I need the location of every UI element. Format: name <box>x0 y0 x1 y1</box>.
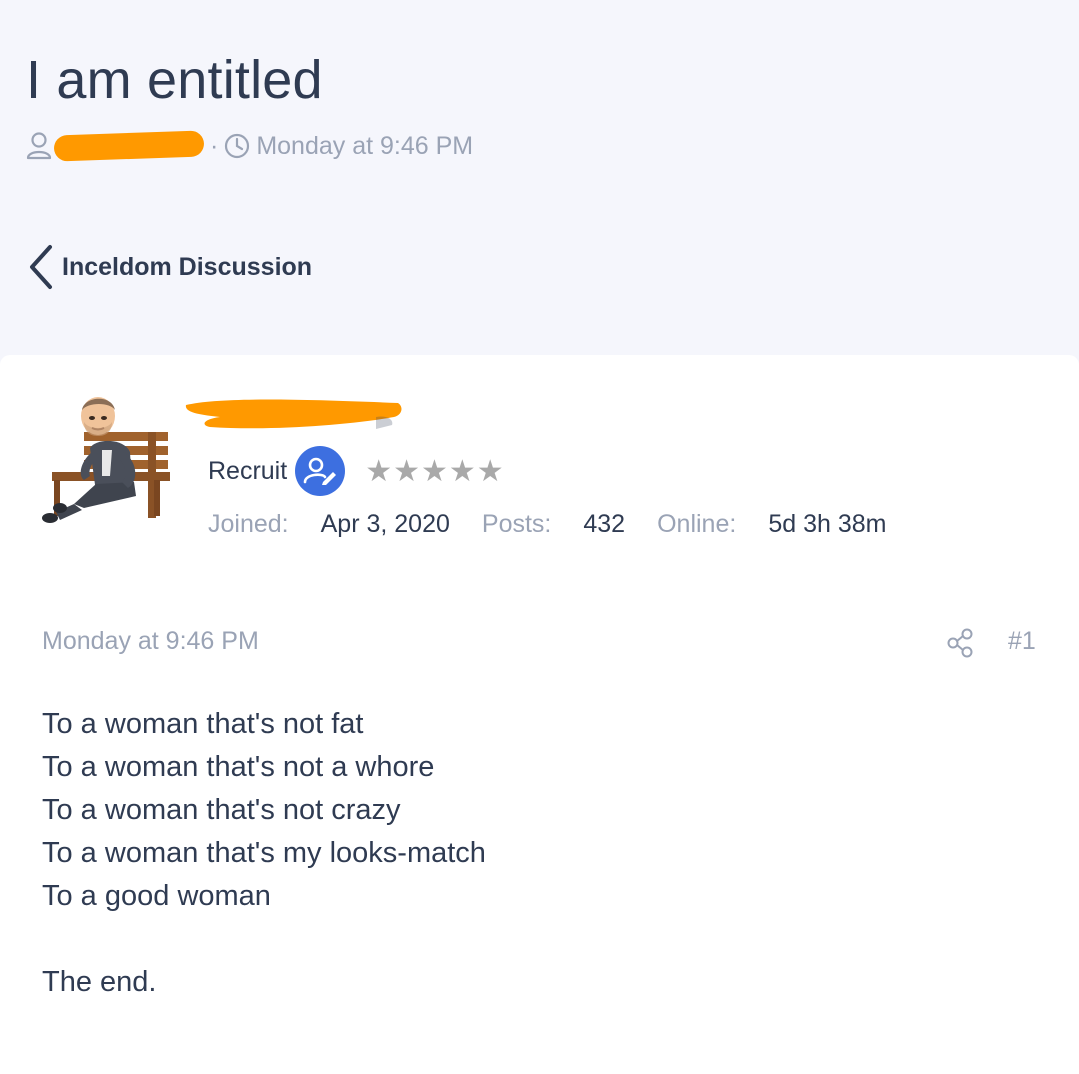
meta-separator: · <box>210 131 219 160</box>
stat-online-label: Online: <box>657 509 737 538</box>
post-line: To a woman that's not a whore <box>42 751 435 783</box>
username-redaction[interactable] <box>180 395 404 433</box>
user-rating-stars: ★★★★★ <box>365 453 505 489</box>
post-line: The end. <box>42 966 157 998</box>
post-card: Recruit ★★★★★ Joined: Apr 3, 2020 Posts:… <box>0 355 1079 1074</box>
chevron-left-icon <box>24 241 56 293</box>
post-blank-line <box>42 918 1042 961</box>
post-line: To a woman that's not crazy <box>42 794 401 826</box>
avatar[interactable] <box>38 392 170 528</box>
page: I am entitled · Monday at 9:46 PM Inceld… <box>0 0 1079 1074</box>
stat-joined-label: Joined: <box>208 509 289 538</box>
breadcrumb-label: Inceldom Discussion <box>62 252 313 281</box>
clock-icon <box>224 133 250 159</box>
thread-title: I am entitled <box>26 50 323 110</box>
user-stats: Joined: Apr 3, 2020 Posts: 432 Online: 5… <box>208 507 918 541</box>
user-outline-icon <box>26 131 52 161</box>
post-line: To a woman that's not fat <box>42 708 364 740</box>
stat-posts-value: 432 <box>583 509 626 538</box>
post-body: To a woman that's not fat To a woman tha… <box>42 703 1042 1004</box>
thread-meta: · Monday at 9:46 PM <box>26 130 473 162</box>
stat-posts-label: Posts: <box>481 509 552 538</box>
stat-joined-value: Apr 3, 2020 <box>320 509 450 538</box>
stat-online-value: 5d 3h 38m <box>768 509 887 538</box>
user-title-row: Recruit ★★★★★ <box>208 446 505 496</box>
breadcrumb-back-link[interactable]: Inceldom Discussion <box>24 240 312 294</box>
post-date[interactable]: Monday at 9:46 PM <box>42 627 259 656</box>
post-number-link[interactable]: #1 <box>1008 627 1036 656</box>
share-icon[interactable] <box>946 628 974 658</box>
author-name-redaction[interactable] <box>53 130 205 162</box>
user-rank: Recruit <box>208 456 288 485</box>
post-line: To a woman that's my looks-match <box>42 837 486 869</box>
thread-posted-time[interactable]: Monday at 9:46 PM <box>256 132 473 161</box>
post-line: To a good woman <box>42 880 271 912</box>
user-edit-icon[interactable] <box>295 446 346 496</box>
